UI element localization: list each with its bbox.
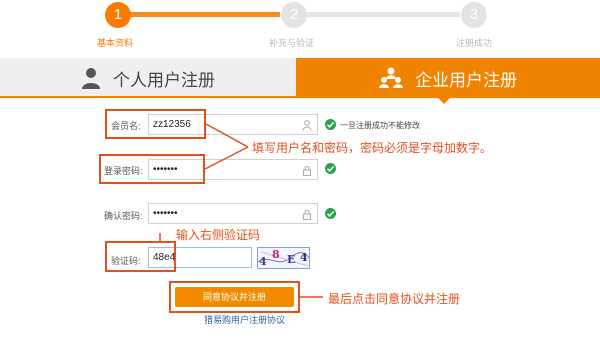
tab-personal-label: 个人用户注册 [113, 70, 215, 90]
step-3-label: 注册成功 [456, 38, 493, 48]
captcha-highlight-box [105, 241, 176, 272]
username-valid-icon [325, 119, 336, 130]
captcha-instruction: 输入右侧验证码 [176, 228, 261, 242]
username-hint: 一旦注册成功不能修改 [340, 121, 420, 130]
tab-enterprise-label: 企业用户注册 [415, 70, 517, 90]
lock-icon [302, 164, 312, 183]
progress-line-completed [130, 12, 280, 17]
organization-icon [379, 67, 403, 89]
step-1-label: 基本资料 [97, 38, 134, 48]
tab-personal-registration[interactable]: 个人用户注册 [0, 58, 296, 98]
user-agreement-link[interactable]: 猎易购用户注册协议 [204, 313, 285, 326]
step-2-indicator: 2 [281, 2, 307, 28]
credentials-instruction: 填写用户名和密码，密码必须是字母加数字。 [252, 141, 493, 155]
captcha-char: 8 [272, 248, 280, 261]
submit-instruction: 最后点击同意协议并注册 [328, 292, 461, 306]
confirm-password-value: ••••••• [153, 208, 178, 219]
password-valid-icon [325, 163, 336, 174]
progress-stepper: 1 2 3 基本资料 补充与验证 注册成功 [0, 0, 600, 58]
captcha-char: 4 [300, 251, 308, 264]
step-2-label: 补充与验证 [269, 38, 315, 48]
user-icon [302, 119, 312, 138]
tab-enterprise-registration[interactable]: 企业用户注册 [296, 58, 600, 98]
step-3-indicator: 3 [461, 2, 487, 28]
progress-line-pending [305, 12, 460, 17]
lock-icon [302, 208, 312, 227]
username-highlight-box [105, 109, 206, 139]
confirm-password-label: 确认密码: [104, 211, 143, 221]
password-highlight-box [99, 154, 205, 184]
confirm-password-valid-icon [325, 208, 336, 219]
selected-tab-pointer [437, 97, 451, 104]
captcha-char: 4 [259, 255, 267, 268]
captcha-image[interactable]: 4 8 E 4 [257, 247, 310, 269]
submit-highlight-box [169, 281, 300, 313]
person-icon [81, 67, 101, 89]
step-1-indicator: 1 [105, 2, 131, 28]
confirm-password-input[interactable]: ••••••• [148, 203, 318, 224]
registration-type-tabs: 个人用户注册 企业用户注册 [0, 58, 600, 98]
captcha-char: E [287, 253, 296, 266]
